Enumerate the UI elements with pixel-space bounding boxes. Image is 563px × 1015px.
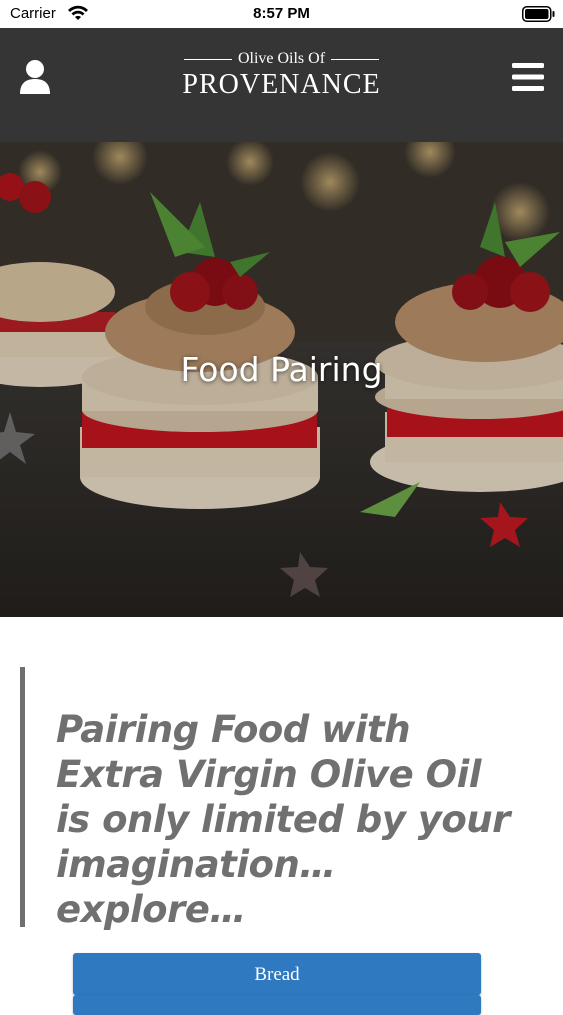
logo-rule-left: [183, 58, 232, 60]
logo-rule-right: [331, 58, 380, 60]
app-header: Olive Oils Of PROVENANCE: [0, 28, 563, 142]
status-bar: Carrier 8:57 PM: [0, 0, 563, 28]
logo-top-text: Olive Oils Of: [237, 50, 326, 67]
bread-button[interactable]: Bread: [73, 953, 481, 995]
hero-title: Food Pairing: [180, 350, 383, 389]
logo-main-text: PROVENANCE: [182, 69, 381, 100]
status-time: 8:57 PM: [253, 5, 310, 22]
hero-banner: Food Pairing: [0, 142, 563, 617]
battery-icon: [522, 6, 555, 22]
category-button-2[interactable]: [73, 995, 481, 1015]
logo-top-line: Olive Oils Of: [0, 49, 563, 69]
brand-logo[interactable]: Olive Oils Of PROVENANCE: [0, 49, 563, 100]
menu-icon[interactable]: [512, 63, 544, 91]
intro-quote: Pairing Food with Extra Virgin Olive Oil…: [20, 667, 545, 931]
quote-text: Pairing Food with Extra Virgin Olive Oil…: [56, 708, 510, 931]
